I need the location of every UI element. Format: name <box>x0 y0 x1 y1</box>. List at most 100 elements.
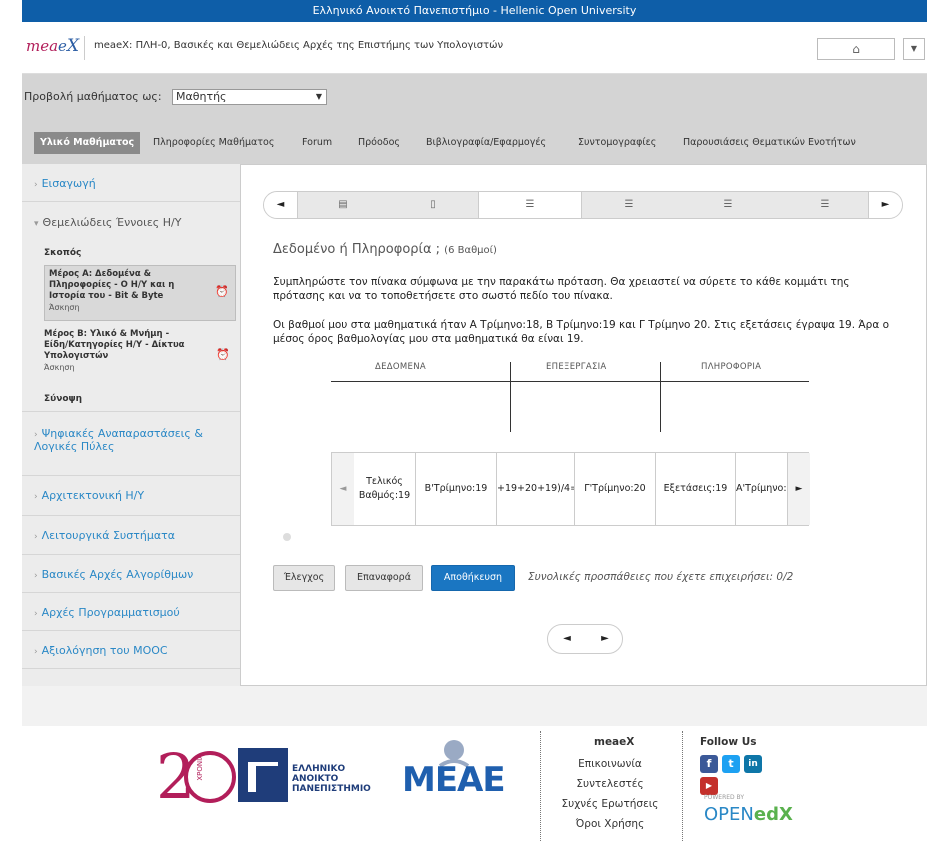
chevron-right-icon: › <box>34 180 38 190</box>
tab-courseware[interactable]: Υλικό Μαθήματος <box>34 132 141 154</box>
sidebar-section-fundamentals: ▾ Θεμελιώδεις Έννοιες Η/Υ Σκοπός Μέρος Α:… <box>22 202 240 412</box>
sidebar-section-label: Λειτουργικά Συστήματα <box>41 529 175 542</box>
home-icon[interactable]: ⌂ <box>817 38 895 60</box>
table-divider <box>660 362 661 432</box>
tab-progress[interactable]: Πρόοδος <box>358 132 400 154</box>
problem-icon[interactable]: ☰ <box>478 192 582 218</box>
sidebar-section-architecture[interactable]: › Αρχιτεκτονική Η/Υ <box>22 476 240 516</box>
unit-pager: ◄ ► <box>547 624 623 654</box>
footer-band <box>22 686 927 726</box>
footer-link-faq[interactable]: Συχνές Ερωτήσεις <box>555 798 665 810</box>
open-edx-logo[interactable]: POWERED BY OPENedX <box>704 794 793 825</box>
sidebar-section-open[interactable]: ▾ Θεμελιώδεις Έννοιες Η/Υ <box>34 216 181 229</box>
youtube-icon[interactable]: ▶ <box>700 777 718 795</box>
svg-text:2: 2 <box>156 740 195 810</box>
tab-forum[interactable]: Forum <box>302 132 332 154</box>
footer-link-contact[interactable]: Επικοινωνία <box>555 758 665 770</box>
sidebar-section-programming[interactable]: › Αρχές Προγραμματισμού <box>22 593 240 631</box>
chevron-right-icon[interactable]: ► <box>788 453 810 525</box>
powered-by-label: POWERED BY <box>704 794 745 801</box>
home-dropdown[interactable]: ⌂ ▼ <box>817 38 927 60</box>
clock-icon: ⏰ <box>215 285 229 298</box>
sequence-next-button[interactable]: ► <box>868 192 902 218</box>
problem-sentence: Οι βαθμοί μου στα μαθηματικά ήταν Α Τρίμ… <box>273 319 890 345</box>
sidebar-item-type: Άσκηση <box>44 363 75 372</box>
pager-next-button[interactable]: ► <box>586 625 624 653</box>
column-processing: ΕΠΕΞΕΡΓΑΣΙΑ <box>546 362 607 372</box>
table-divider <box>510 362 511 432</box>
linkedin-icon[interactable]: in <box>744 755 762 773</box>
footer-divider <box>682 731 683 841</box>
problem-icon[interactable]: ☰ <box>676 192 780 218</box>
problem-instructions: Συμπληρώστε τον πίνακα σύμφωνα με την πα… <box>273 276 850 302</box>
facebook-icon[interactable]: f <box>700 755 718 773</box>
draggable-item[interactable]: Β'Τρίμηνο:19 <box>416 453 497 525</box>
course-tabs: Υλικό Μαθήματος Πληροφορίες Μαθήματος Fo… <box>22 120 927 164</box>
sidebar-item-label: Μέρος Β: Υλικό & Μνήμη - Είδη/Κατηγορίες… <box>44 329 185 361</box>
problem-icon[interactable]: ☰ <box>780 192 870 218</box>
video-icon[interactable]: ▤ <box>298 192 388 218</box>
draggable-item[interactable]: Εξετάσεις:19 <box>656 453 736 525</box>
table-header-line <box>331 381 809 382</box>
sidebar-section-algorithms[interactable]: › Βασικές Αρχές Αλγορίθμων <box>22 555 240 593</box>
drag-indicator-dot <box>283 533 291 541</box>
draggable-item[interactable]: Α'Τρίμηνο: <box>736 453 788 525</box>
reset-button[interactable]: Επαναφορά <box>345 565 423 591</box>
sidebar-section-intro[interactable]: › Εισαγωγή <box>22 164 240 202</box>
university-name-line: ΠΑΝΕΠΙΣΤΗΜΙΟ <box>292 784 371 794</box>
check-button[interactable]: Έλεγχος <box>273 565 335 591</box>
pager-prev-button[interactable]: ◄ <box>548 625 586 653</box>
footer-link-credits[interactable]: Συντελεστές <box>555 778 665 790</box>
tab-abbreviations[interactable]: Συντομογραφίες <box>578 132 656 154</box>
meaex-logo[interactable]: meaeX <box>26 36 79 56</box>
save-button[interactable]: Αποθήκευση <box>431 565 515 591</box>
chevron-down-icon[interactable]: ▼ <box>903 38 925 60</box>
draggable-item[interactable]: Τελικός Βαθμός:19 <box>354 453 416 525</box>
chevron-left-icon[interactable]: ◄ <box>332 453 354 525</box>
tab-course-info[interactable]: Πληροφορίες Μαθήματος <box>153 132 274 154</box>
sequence-prev-button[interactable]: ◄ <box>264 192 298 218</box>
page-frame: Ελληνικό Ανοικτό Πανεπιστήμιο - Hellenic… <box>22 0 927 845</box>
tab-presentations[interactable]: Παρουσιάσεις Θεματικών Ενοτήτων <box>683 132 856 154</box>
university-20-years-logo: 2 <box>156 740 288 810</box>
sidebar-item-label: Μέρος Α: Δεδομένα & Πληροφορίες - Ο Η/Υ … <box>49 269 175 301</box>
logo-part-mea: mea <box>26 37 59 55</box>
problem-title-text: Δεδομένο ή Πληροφορία ; <box>273 242 441 257</box>
footer-col-title: Follow Us <box>700 736 757 748</box>
twitter-icon[interactable]: t <box>722 755 740 773</box>
sidebar-section-label: Ψηφιακές Αναπαραστάσεις & Λογικές Πύλες <box>34 427 203 453</box>
sidebar-item-part-a[interactable]: Μέρος Α: Δεδομένα & Πληροφορίες - Ο Η/Υ … <box>44 265 236 321</box>
draggable-item[interactable]: Γ'Τρίμηνο:20 <box>575 453 656 525</box>
sidebar-section-digital[interactable]: › Ψηφιακές Αναπαραστάσεις & Λογικές Πύλες <box>22 412 240 476</box>
footer-link-terms[interactable]: Όροι Χρήσης <box>555 818 665 830</box>
open-edx-edx: edX <box>753 804 793 825</box>
problem-icon[interactable]: ☰ <box>582 192 676 218</box>
university-name: ΕΛΛΗΝΙΚΟ ΑΝΟΙΚΤΟ ΠΑΝΕΠΙΣΤΗΜΙΟ <box>292 764 371 794</box>
footer-divider <box>540 731 541 841</box>
page-icon[interactable]: ▯ <box>388 192 478 218</box>
header-separator <box>84 36 85 60</box>
clock-icon: ⏰ <box>216 348 230 361</box>
view-as-label: Προβολή μαθήματος ως: <box>24 90 162 103</box>
tab-bibliography[interactable]: Βιβλιογραφία/Εφαρμογές <box>426 132 546 154</box>
sidebar-item-part-b[interactable]: Μέρος Β: Υλικό & Μνήμη - Είδη/Κατηγορίες… <box>44 329 236 381</box>
course-navigation: › Εισαγωγή ▾ Θεμελιώδεις Έννοιες Η/Υ Σκοπό… <box>22 164 240 686</box>
course-title: meaeX: ΠΛΗ-0, Βασικές και Θεμελιώδεις Αρ… <box>94 40 504 51</box>
sidebar-section-evaluation[interactable]: › Αξιολόγηση του MOOC <box>22 631 240 669</box>
draggable-items-tray: ◄ Τελικός Βαθμός:19 Β'Τρίμηνο:19 +19+20+… <box>331 452 810 526</box>
logo-part-x: X <box>66 36 80 56</box>
sequence-nav: ◄ ▤ ▯ ☰ ☰ ☰ ☰ ► <box>263 191 903 219</box>
chevron-down-icon: ▾ <box>34 219 39 229</box>
university-name-line: ΕΛΛΗΝΙΚΟ <box>292 764 346 774</box>
sidebar-item-summary[interactable]: Σύνοψη <box>44 394 82 404</box>
sidebar-item-type: Άσκηση <box>49 303 80 312</box>
site-footer: 2 ΧΡΟΝΙΑ ΕΛΛΗΝΙΚΟ ΑΝΟΙΚΤΟ ΠΑΝΕΠΙΣΤΗΜΙΟ Μ… <box>22 686 927 845</box>
sidebar-section-label: Αρχές Προγραμματισμού <box>41 606 180 619</box>
view-as-bar: Προβολή μαθήματος ως: Μαθητής ▼ <box>22 74 927 120</box>
sidebar-item-goal[interactable]: Σκοπός <box>44 248 81 258</box>
view-as-select[interactable]: Μαθητής ▼ <box>172 89 327 105</box>
sidebar-section-os[interactable]: › Λειτουργικά Συστήματα <box>22 516 240 555</box>
open-edx-open: OPEN <box>704 804 754 825</box>
draggable-item[interactable]: +19+20+19)/4= <box>497 453 575 525</box>
problem-title: Δεδομένο ή Πληροφορία ; (6 Βαθμοί) <box>273 242 497 257</box>
